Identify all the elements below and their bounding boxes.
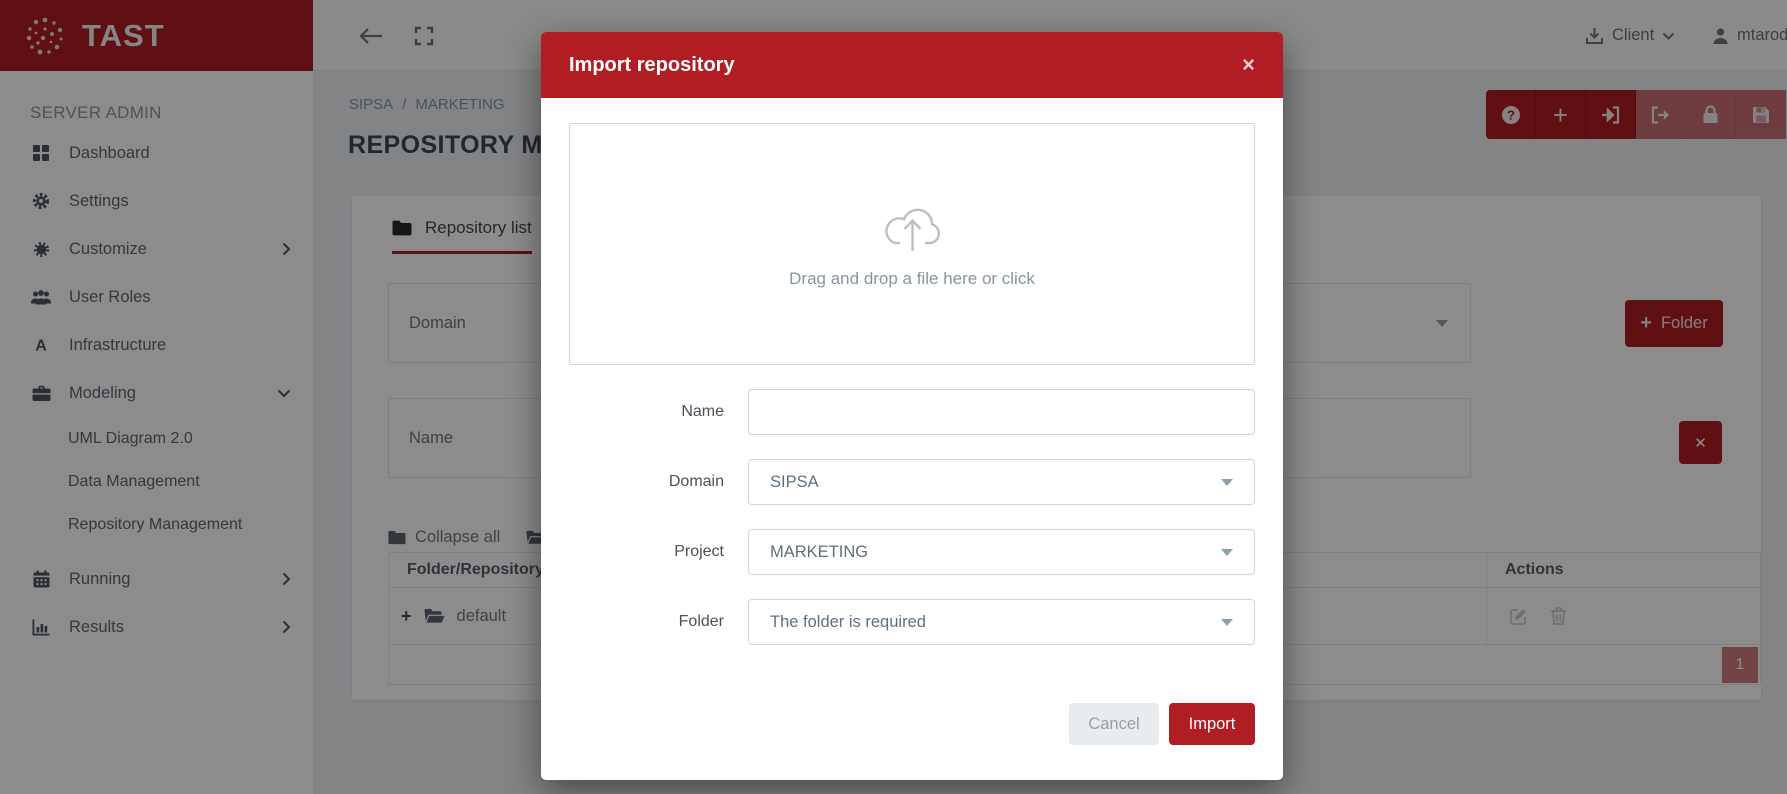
import-button[interactable]: Import [1169, 703, 1255, 745]
folder-select[interactable]: The folder is required [748, 599, 1255, 645]
import-repository-modal: Import repository × Drag and drop a file… [541, 32, 1283, 780]
form-row-project: Project MARKETING [569, 529, 1255, 575]
modal-body: Drag and drop a file here or click Name … [541, 98, 1283, 780]
form-row-domain: Domain SIPSA [569, 459, 1255, 505]
caret-down-icon [1221, 619, 1233, 626]
folder-label: Folder [569, 613, 724, 631]
project-label: Project [569, 543, 724, 561]
form-row-folder: Folder The folder is required [569, 599, 1255, 645]
cloud-upload-icon [876, 199, 948, 253]
caret-down-icon [1221, 549, 1233, 556]
domain-label: Domain [569, 473, 724, 491]
dropzone-text: Drag and drop a file here or click [789, 269, 1035, 289]
file-dropzone[interactable]: Drag and drop a file here or click [569, 123, 1255, 365]
modal-header: Import repository × [541, 32, 1283, 98]
name-input[interactable] [749, 390, 1254, 434]
name-field-wrap [748, 389, 1255, 435]
form-row-name: Name [569, 389, 1255, 435]
caret-down-icon [1221, 479, 1233, 486]
cancel-button[interactable]: Cancel [1069, 703, 1159, 745]
domain-select[interactable]: SIPSA [748, 459, 1255, 505]
project-select[interactable]: MARKETING [748, 529, 1255, 575]
close-icon[interactable]: × [1242, 54, 1255, 76]
name-label: Name [569, 403, 724, 421]
modal-title: Import repository [569, 54, 1242, 77]
modal-footer: Cancel Import [569, 703, 1255, 745]
